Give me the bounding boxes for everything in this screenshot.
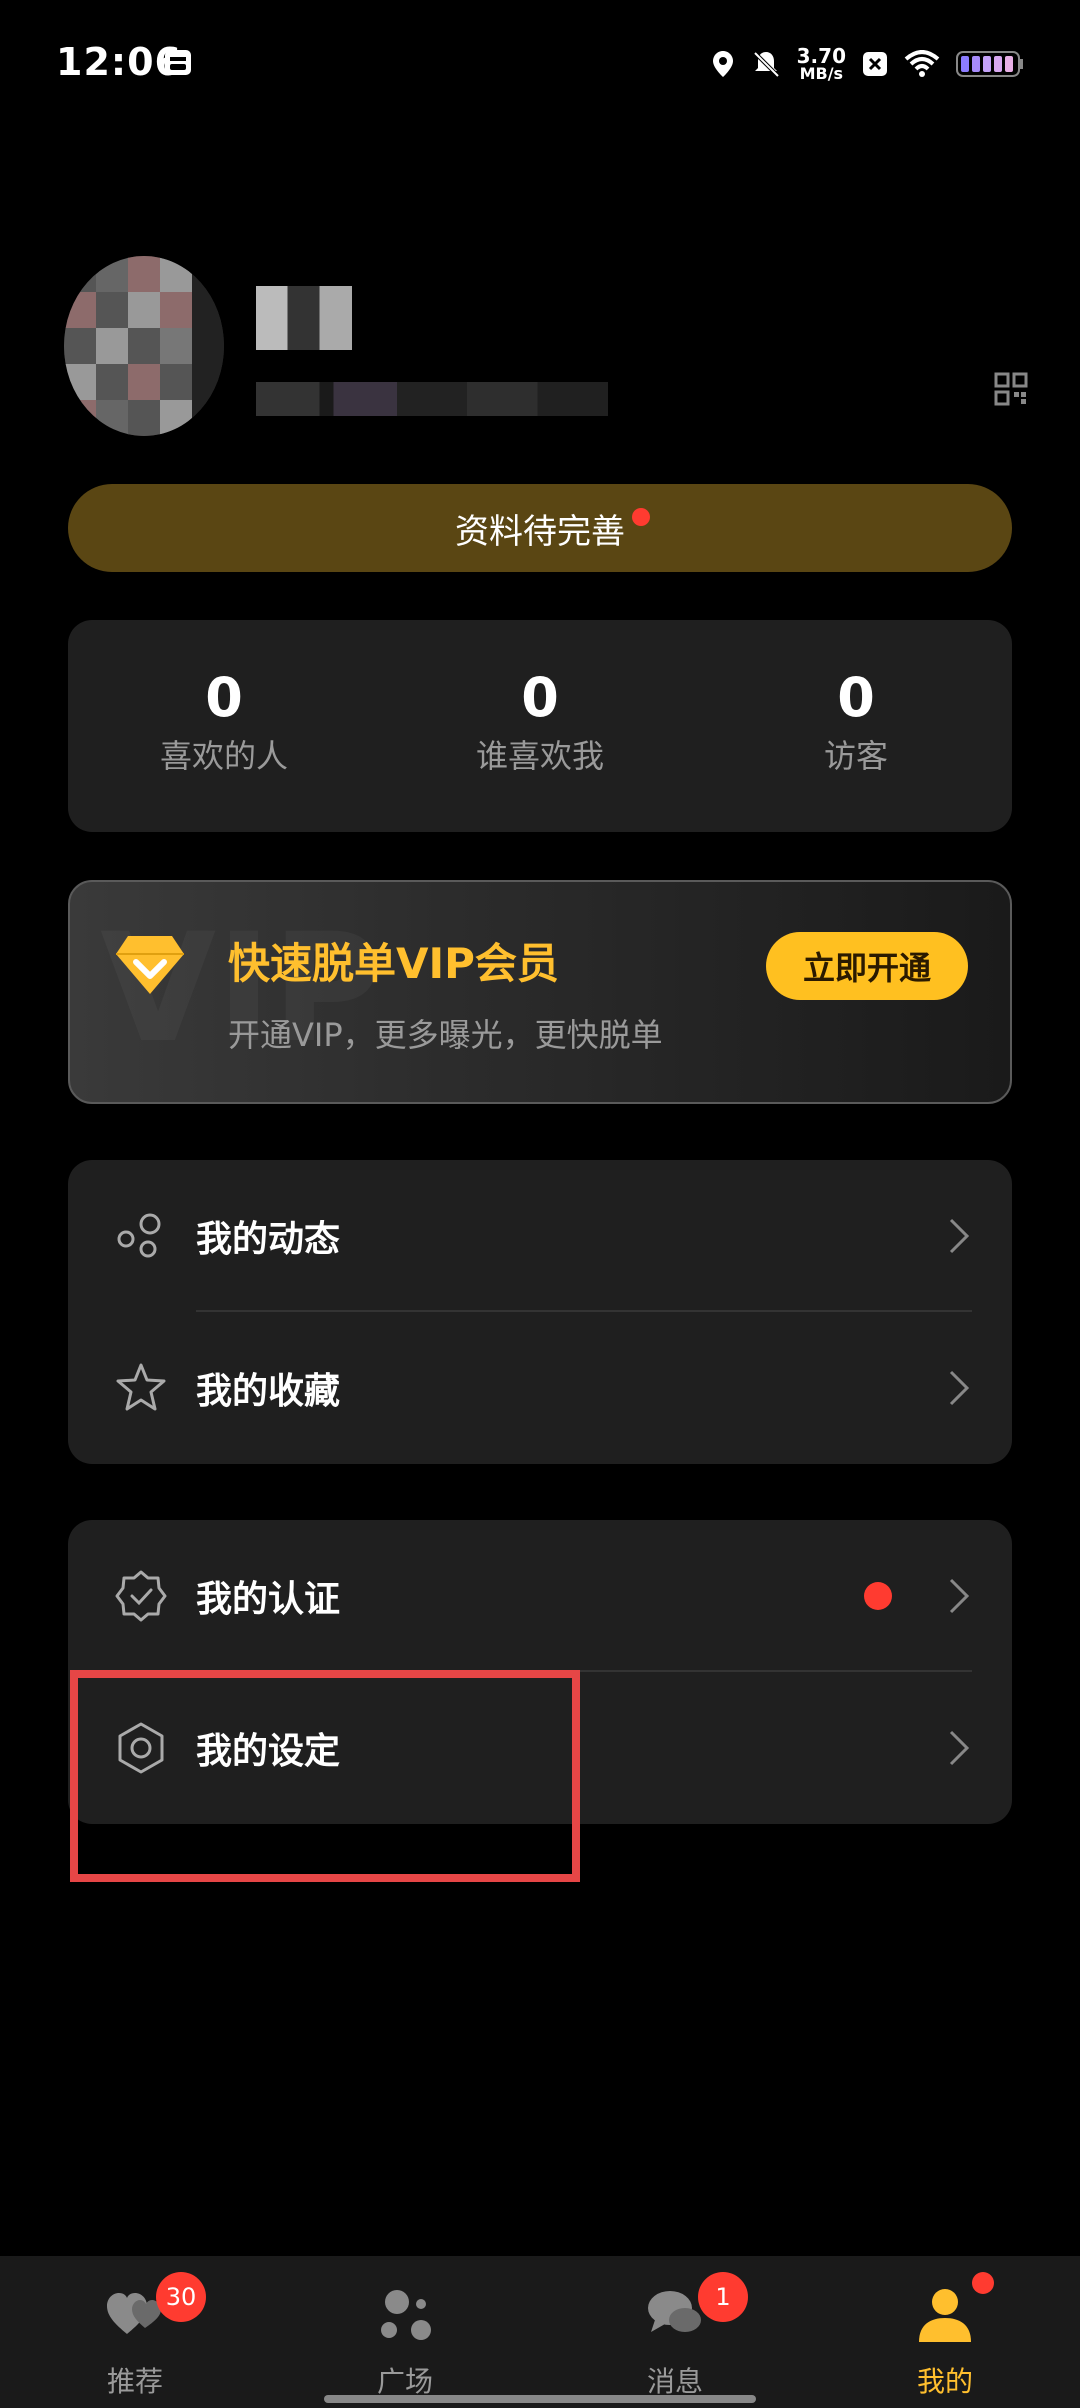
calendar-icon (165, 50, 191, 75)
wifi-icon (904, 50, 940, 77)
stat-label: 谁喜欢我 (475, 737, 604, 776)
tab-me[interactable]: 我的 (810, 2256, 1080, 2408)
vip-subtitle: 开通VIP，更多曝光，更快脱单 (228, 1016, 663, 1054)
chat-bubbles-icon (648, 2291, 701, 2332)
chevron-right-icon (949, 1730, 970, 1766)
stat-value: 0 (521, 666, 559, 729)
tab-messages[interactable]: 1 消息 (540, 2256, 810, 2408)
stat-label: 访客 (823, 737, 888, 776)
star-icon (116, 1363, 166, 1411)
menu-item-my-moments[interactable]: 我的动态 (68, 1160, 1012, 1312)
stat-value: 0 (205, 666, 243, 729)
notification-dot (972, 2272, 994, 2294)
highlight-box (70, 1670, 580, 1882)
verified-badge-icon (115, 1570, 167, 1622)
tab-label: 消息 (646, 2365, 703, 2398)
stat-visitors[interactable]: 0 访客 (726, 668, 986, 777)
badge-count: 30 (156, 2272, 206, 2322)
qr-code-icon[interactable] (994, 372, 1028, 406)
menu-label: 我的认证 (196, 1579, 341, 1620)
badge-count: 1 (698, 2272, 748, 2322)
complete-profile-button[interactable]: 资料待完善 (68, 484, 1012, 572)
user-id-redacted (256, 382, 608, 416)
chevron-right-icon (949, 1578, 970, 1614)
tab-label: 我的 (916, 2365, 973, 2398)
tab-plaza[interactable]: 广场 (270, 2256, 540, 2408)
moments-icon (117, 1213, 161, 1258)
notification-dot (864, 1582, 892, 1610)
menu-label: 我的收藏 (196, 1371, 341, 1412)
chevron-right-icon (949, 1370, 970, 1406)
tab-recommend[interactable]: 30 推荐 (0, 2256, 270, 2408)
tab-label: 广场 (376, 2365, 433, 2398)
menu-item-my-favorites[interactable]: 我的收藏 (68, 1312, 1012, 1464)
stat-value: 0 (837, 666, 875, 729)
username-redacted (256, 286, 352, 350)
notification-dot (632, 508, 650, 526)
menu-group-activity: 我的动态 我的收藏 (68, 1160, 1012, 1464)
activate-vip-button[interactable]: 立即开通 (766, 932, 968, 1000)
mute-icon (753, 51, 780, 78)
status-icons: 3.70 MB/s (711, 40, 1024, 88)
stats-card: 0 喜欢的人 0 谁喜欢我 0 访客 (68, 620, 1012, 832)
close-box-icon (863, 52, 887, 76)
stat-label: 喜欢的人 (159, 737, 288, 776)
speed-unit: MB/s (799, 64, 844, 83)
menu-label: 我的动态 (196, 1219, 341, 1260)
plaza-dots-icon (381, 2290, 431, 2340)
vip-banner[interactable]: VIP 快速脱单VIP会员 开通VIP，更多曝光，更快脱单 立即开通 (68, 880, 1012, 1104)
stat-liked[interactable]: 0 喜欢的人 (94, 668, 354, 777)
location-icon (712, 51, 733, 77)
speed-value: 3.70 (796, 44, 846, 68)
bottom-navigation: 30 推荐 广场 1 消息 我的 (0, 2256, 1080, 2408)
vip-title: 快速脱单VIP会员 (228, 939, 559, 988)
person-icon (919, 2289, 971, 2342)
stat-liked-me[interactable]: 0 谁喜欢我 (410, 668, 670, 777)
battery-icon (956, 51, 1023, 77)
avatar[interactable] (64, 256, 224, 436)
complete-profile-label: 资料待完善 (455, 511, 625, 552)
chevron-right-icon (949, 1218, 970, 1254)
diamond-icon (116, 936, 184, 994)
home-indicator (324, 2395, 756, 2403)
network-speed: 3.70 MB/s (797, 46, 846, 82)
menu-item-my-verification[interactable]: 我的认证 (68, 1520, 1012, 1672)
tab-label: 推荐 (106, 2365, 163, 2398)
